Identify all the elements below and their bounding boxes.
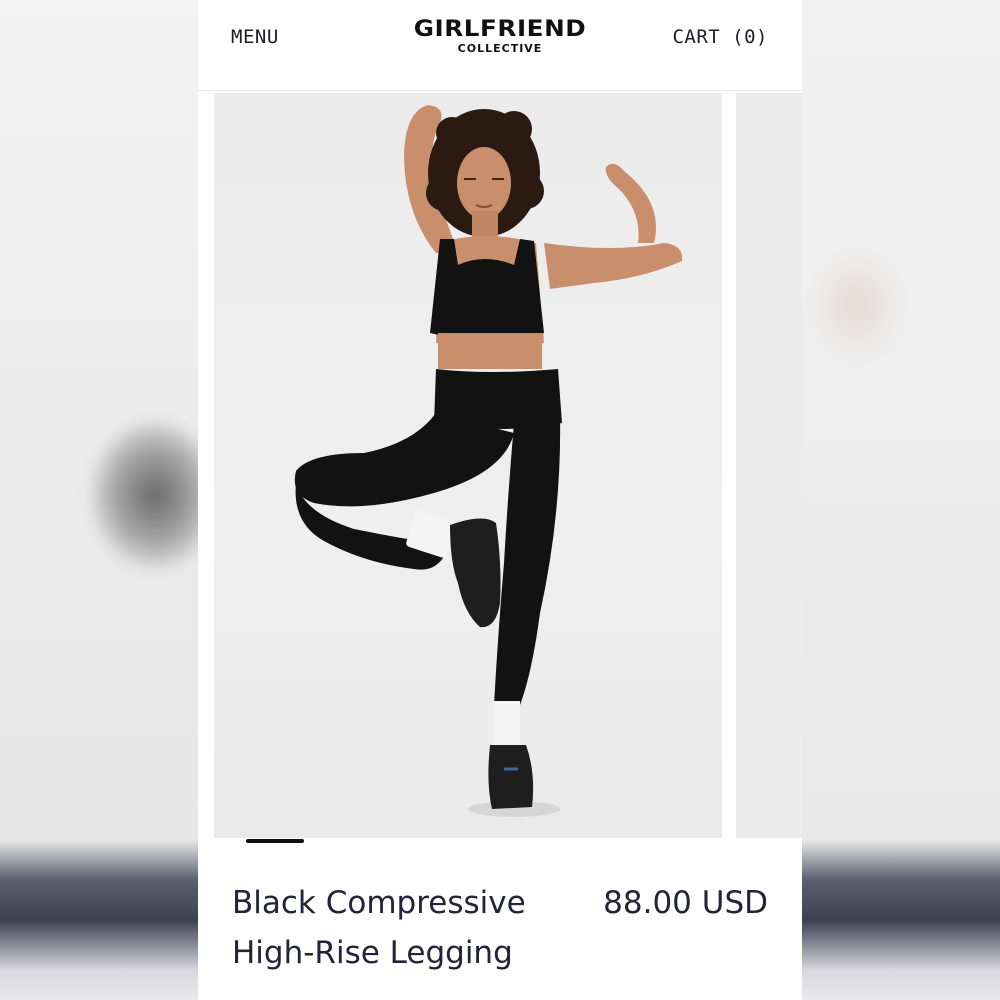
cart-button[interactable]: CART (0): [672, 26, 768, 48]
product-photo: [294, 105, 683, 817]
product-image-carousel[interactable]: [198, 91, 802, 839]
site-header: MENU GIRLFRIEND COLLECTIVE CART (0): [198, 0, 802, 91]
phone-screen: MENU GIRLFRIEND COLLECTIVE CART (0) Blac…: [198, 0, 802, 1000]
product-title-line-2: High-Rise Legging: [232, 935, 513, 971]
next-product-image-slide[interactable]: [736, 93, 802, 838]
background-blur-shape: [812, 250, 902, 360]
carousel-pagination-indicator[interactable]: [246, 839, 304, 843]
background-blur-shape: [90, 420, 198, 570]
blurred-background-left: [0, 0, 198, 1000]
logo-wordmark-top: GIRLFRIEND: [413, 17, 587, 42]
brand-logo[interactable]: GIRLFRIEND COLLECTIVE: [414, 18, 586, 56]
blurred-background-right: [802, 0, 1000, 1000]
product-title: Black Compressive High-Rise Legging: [232, 878, 552, 978]
logo-wordmark-bottom: COLLECTIVE: [457, 42, 543, 55]
product-price: 88.00 USD: [603, 885, 768, 921]
product-image-slide[interactable]: [214, 93, 722, 838]
menu-button[interactable]: MENU: [231, 26, 279, 48]
product-title-line-1: Black Compressive: [232, 885, 526, 921]
